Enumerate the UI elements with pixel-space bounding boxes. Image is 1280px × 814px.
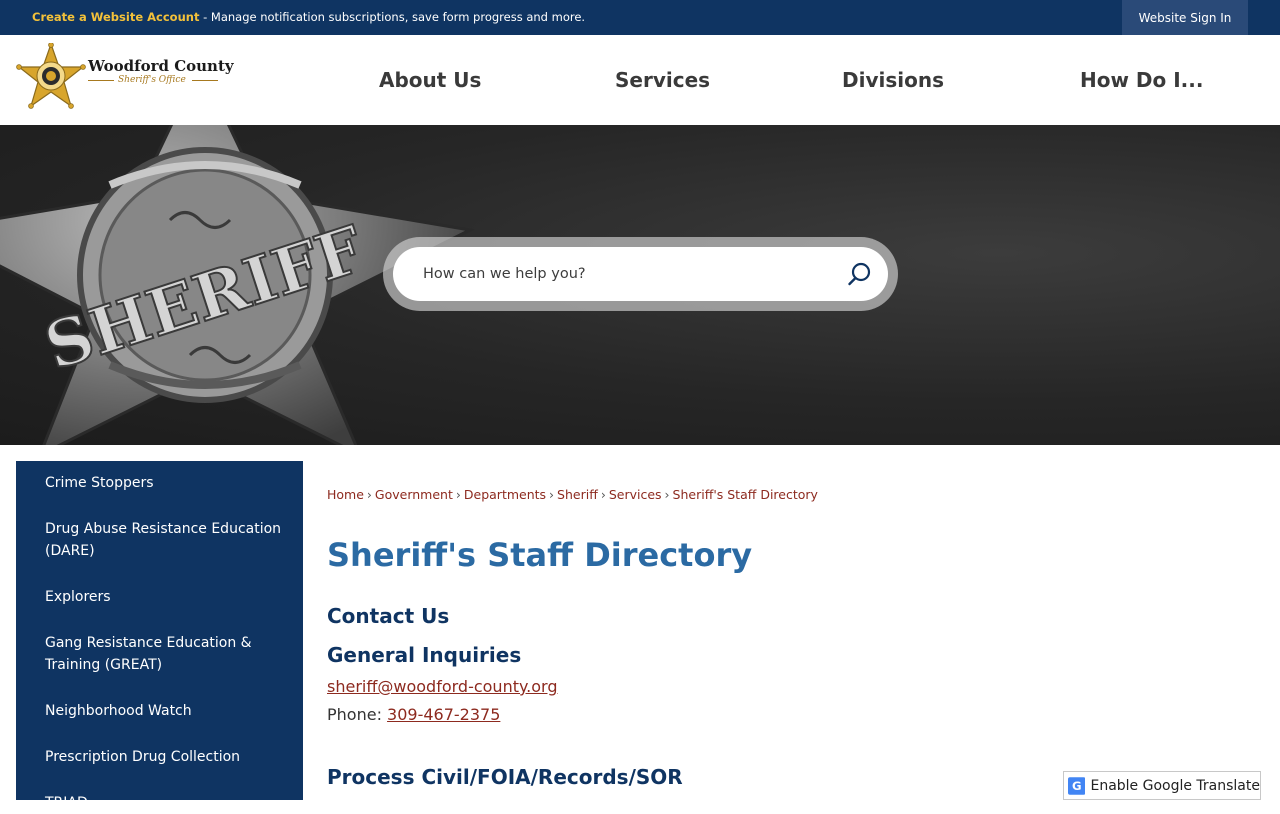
sidebar-item-triad[interactable]: TRIAD — [45, 792, 285, 814]
phone-link[interactable]: 309-467-2375 — [387, 705, 500, 724]
phone-label: Phone: — [327, 705, 388, 724]
breadcrumb-separator: › — [600, 487, 606, 502]
breadcrumb-current[interactable]: Sheriff's Staff Directory — [673, 487, 818, 502]
contact-heading: Contact Us — [327, 604, 450, 628]
breadcrumb-departments[interactable]: Departments — [464, 487, 546, 502]
breadcrumb-home[interactable]: Home — [327, 487, 364, 502]
breadcrumb-services[interactable]: Services — [609, 487, 662, 502]
breadcrumb-government[interactable]: Government — [375, 487, 453, 502]
logo-rule-right — [192, 80, 218, 81]
sidebar-item-prescription-drug[interactable]: Prescription Drug Collection — [45, 746, 285, 768]
page-title: Sheriff's Staff Directory — [327, 536, 753, 574]
breadcrumb-separator: › — [455, 487, 461, 502]
search-button[interactable] — [834, 249, 884, 299]
sidebar-nav: Crime Stoppers Drug Abuse Resistance Edu… — [16, 461, 303, 811]
google-translate-button[interactable]: G Enable Google Translate — [1063, 771, 1261, 800]
email-link[interactable]: sheriff@woodford-county.org — [327, 677, 558, 696]
sidebar-item-dare[interactable]: Drug Abuse Resistance Education (DARE) — [45, 518, 285, 562]
search-box — [393, 247, 888, 301]
google-translate-icon: G — [1068, 776, 1086, 795]
create-account-link[interactable]: Create a Website Account — [32, 10, 199, 24]
top-bar: Create a Website Account - Manage notifi… — [0, 0, 1280, 35]
nav-how-do-i[interactable]: How Do I... — [1080, 35, 1203, 125]
sidebar-item-crime-stoppers[interactable]: Crime Stoppers — [45, 472, 285, 494]
nav-divisions[interactable]: Divisions — [842, 35, 944, 125]
logo-name: Woodford County — [88, 57, 234, 75]
search-container — [383, 237, 898, 311]
breadcrumb-separator: › — [664, 487, 670, 502]
breadcrumb-separator: › — [366, 487, 372, 502]
account-message: Create a Website Account - Manage notifi… — [32, 10, 585, 24]
nav-about-us[interactable]: About Us — [379, 35, 481, 125]
sidebar-item-neighborhood-watch[interactable]: Neighborhood Watch — [45, 700, 285, 722]
svg-text:G: G — [1072, 778, 1082, 792]
google-translate-label: Enable Google Translate — [1090, 777, 1260, 794]
hero-banner: SHERIFF — [0, 125, 1280, 445]
website-sign-in-button[interactable]: Website Sign In — [1122, 0, 1248, 35]
sidebar-item-great[interactable]: Gang Resistance Education & Training (GR… — [45, 632, 285, 676]
nav-services[interactable]: Services — [615, 35, 710, 125]
sidebar-item-explorers[interactable]: Explorers — [45, 586, 285, 608]
breadcrumb-sheriff[interactable]: Sheriff — [557, 487, 598, 502]
process-heading: Process Civil/FOIA/Records/SOR — [327, 765, 683, 789]
general-inquiries-heading: General Inquiries — [327, 643, 522, 667]
breadcrumb: Home › Government › Departments › Sheriff › Serv… — [327, 487, 818, 502]
breadcrumb-separator: › — [549, 487, 555, 502]
account-message-text: - Manage notification subscriptions, sav… — [199, 10, 586, 24]
sheriff-star-icon — [16, 43, 86, 109]
logo-rule-left — [88, 80, 114, 81]
search-icon — [848, 262, 871, 286]
logo-subtitle: Sheriff's Office — [118, 75, 186, 85]
phone-line: Phone: 309-467-2375 — [327, 705, 500, 724]
site-header: Woodford County Sheriff's Office About U… — [0, 35, 1280, 125]
site-logo[interactable]: Woodford County Sheriff's Office — [16, 43, 234, 113]
search-input[interactable] — [423, 261, 823, 287]
